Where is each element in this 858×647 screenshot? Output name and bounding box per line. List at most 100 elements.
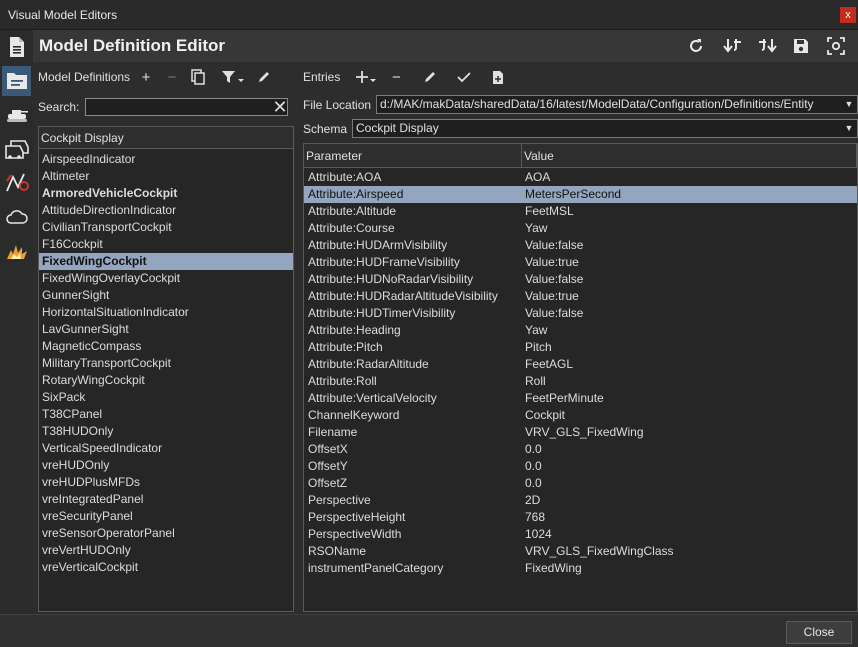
refresh-icon[interactable]	[686, 36, 706, 56]
list-item[interactable]: ArmoredVehicleCockpit	[39, 185, 293, 202]
value-cell: 2D	[525, 493, 541, 507]
add-entry-icon[interactable]	[354, 67, 380, 87]
apply-entry-icon[interactable]	[454, 67, 474, 87]
table-row[interactable]: Attribute:Roll Roll	[304, 373, 857, 390]
table-row[interactable]: PerspectiveHeight 768	[304, 509, 857, 526]
clear-search-icon[interactable]: ✕	[271, 97, 289, 117]
table-row[interactable]: OffsetX 0.0	[304, 441, 857, 458]
table-row[interactable]: Attribute:RadarAltitude FeetAGL	[304, 356, 857, 373]
list-item[interactable]: LavGunnerSight	[39, 321, 293, 338]
schema-combo[interactable]: Cockpit Display ▼	[352, 119, 858, 138]
schema-value: Cockpit Display	[356, 121, 439, 135]
table-row[interactable]: PerspectiveWidth 1024	[304, 526, 857, 543]
value-cell: Yaw	[525, 323, 548, 337]
fit-icon[interactable]	[826, 36, 846, 56]
file-location-label: File Location	[303, 98, 372, 112]
parameter-cell: Attribute:HUDArmVisibility	[308, 238, 448, 252]
table-row[interactable]: Attribute:HUDTimerVisibility Value:false	[304, 305, 857, 322]
table-row[interactable]: Attribute:AOA AOA	[304, 169, 857, 186]
tank-icon[interactable]	[2, 100, 31, 130]
list-item[interactable]: SixPack	[39, 389, 293, 406]
save-icon[interactable]	[791, 36, 811, 56]
list-item[interactable]: vreSecurityPanel	[39, 508, 293, 525]
table-row[interactable]: Filename VRV_GLS_FixedWing	[304, 424, 857, 441]
value-cell: Yaw	[525, 221, 548, 235]
list-item[interactable]: CivilianTransportCockpit	[39, 219, 293, 236]
list-item[interactable]: MagneticCompass	[39, 338, 293, 355]
parameter-cell: Attribute:HUDRadarAltitudeVisibility	[308, 289, 498, 303]
list-item[interactable]: FixedWingOverlayCockpit	[39, 270, 293, 287]
export-icon[interactable]	[757, 36, 777, 56]
table-row[interactable]: Attribute:HUDRadarAltitudeVisibility Valu…	[304, 288, 857, 305]
cloud-icon[interactable]	[2, 202, 31, 232]
copy-definition-icon[interactable]	[188, 67, 208, 87]
filter-icon[interactable]	[220, 67, 248, 87]
window-close-button[interactable]: x	[840, 7, 856, 23]
table-row[interactable]: RSOName VRV_GLS_FixedWingClass	[304, 543, 857, 560]
entries-label: Entries	[303, 70, 341, 84]
document-icon[interactable]	[2, 32, 31, 62]
list-item[interactable]: vreIntegratedPanel	[39, 491, 293, 508]
remove-definition-icon[interactable]: −	[162, 67, 182, 87]
value-cell: Value:true	[525, 255, 579, 269]
table-row[interactable]: Attribute:Heading Yaw	[304, 322, 857, 339]
table-row[interactable]: Attribute:HUDNoRadarVisibility Value:fals…	[304, 271, 857, 288]
table-row[interactable]: Attribute:VerticalVelocity FeetPerMinute	[304, 390, 857, 407]
value-cell: FeetPerMinute	[525, 391, 604, 405]
parameter-cell: Attribute:HUDFrameVisibility	[308, 255, 460, 269]
list-item[interactable]: vreVertHUDOnly	[39, 542, 293, 559]
signal-path-icon[interactable]	[2, 168, 31, 198]
list-item[interactable]: HorizontalSituationIndicator	[39, 304, 293, 321]
column-header-parameter[interactable]: Parameter	[304, 144, 522, 167]
table-row[interactable]: Attribute:Course Yaw	[304, 220, 857, 237]
parameter-cell: Perspective	[308, 493, 371, 507]
list-item[interactable]: T38HUDOnly	[39, 423, 293, 440]
model-definition-icon[interactable]	[2, 66, 31, 96]
list-item[interactable]: vreVerticalCockpit	[39, 559, 293, 576]
remove-entry-icon[interactable]: −	[386, 67, 406, 87]
new-file-icon[interactable]	[488, 67, 508, 87]
parameter-cell: Attribute:RadarAltitude	[308, 357, 429, 371]
list-item[interactable]: AirspeedIndicator	[39, 151, 293, 168]
list-item[interactable]: FixedWingCockpit	[39, 253, 293, 270]
table-row[interactable]: Perspective 2D	[304, 492, 857, 509]
list-item[interactable]: F16Cockpit	[39, 236, 293, 253]
table-row[interactable]: Attribute:Airspeed MetersPerSecond	[304, 186, 857, 203]
model-definitions-label: Model Definitions	[38, 70, 131, 84]
import-icon[interactable]	[723, 36, 743, 56]
value-cell: Value:false	[525, 272, 584, 286]
list-item[interactable]: Altimeter	[39, 168, 293, 185]
list-item[interactable]: VerticalSpeedIndicator	[39, 440, 293, 457]
table-row[interactable]: ChannelKeyword Cockpit	[304, 407, 857, 424]
list-item[interactable]: AttitudeDirectionIndicator	[39, 202, 293, 219]
table-row[interactable]: instrumentPanelCategory FixedWing	[304, 560, 857, 577]
value-cell: 1024	[525, 527, 552, 541]
value-cell: VRV_GLS_FixedWingClass	[525, 544, 674, 558]
table-row[interactable]: Attribute:HUDArmVisibility Value:false	[304, 237, 857, 254]
list-item[interactable]: T38CPanel	[39, 406, 293, 423]
close-button[interactable]: Close	[786, 621, 852, 644]
column-header-value[interactable]: Value	[522, 144, 857, 167]
list-item[interactable]: vreHUDOnly	[39, 457, 293, 474]
file-location-combo[interactable]: d:/MAK/makData/sharedData/16/latest/Mode…	[376, 95, 858, 114]
add-definition-icon[interactable]: +	[136, 67, 156, 87]
list-item[interactable]: MilitaryTransportCockpit	[39, 355, 293, 372]
table-row[interactable]: OffsetY 0.0	[304, 458, 857, 475]
value-cell: Value:false	[525, 306, 584, 320]
table-row[interactable]: Attribute:HUDFrameVisibility Value:true	[304, 254, 857, 271]
value-cell: FeetAGL	[525, 357, 574, 371]
list-item[interactable]: vreHUDPlusMFDs	[39, 474, 293, 491]
search-input[interactable]	[85, 98, 288, 116]
vehicles-icon[interactable]	[2, 134, 31, 164]
table-header: Parameter Value	[304, 144, 857, 168]
list-item[interactable]: GunnerSight	[39, 287, 293, 304]
explosion-icon[interactable]	[2, 236, 31, 266]
table-row[interactable]: Attribute:Pitch Pitch	[304, 339, 857, 356]
list-item[interactable]: vreSensorOperatorPanel	[39, 525, 293, 542]
table-row[interactable]: OffsetZ 0.0	[304, 475, 857, 492]
edit-entry-icon[interactable]	[420, 67, 440, 87]
list-item[interactable]: RotaryWingCockpit	[39, 372, 293, 389]
search-label: Search:	[38, 100, 80, 114]
edit-definition-icon[interactable]	[254, 67, 274, 87]
table-row[interactable]: Attribute:Altitude FeetMSL	[304, 203, 857, 220]
